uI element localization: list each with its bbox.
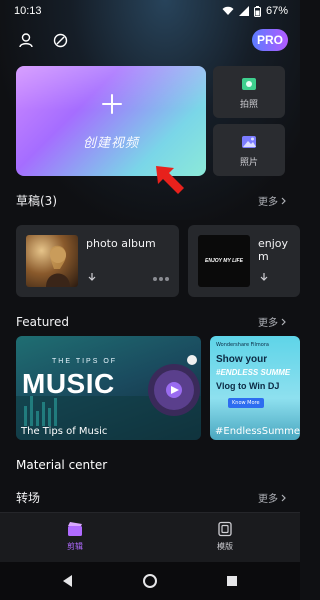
signal-icon xyxy=(238,6,249,16)
transitions-header: 转场 更多 xyxy=(16,489,286,506)
chevron-right-icon xyxy=(281,318,286,325)
draft-item-enjoy[interactable]: ENJOY MY LIFE enjoy m xyxy=(188,225,300,297)
create-video-label: 创建视频 xyxy=(82,136,139,151)
featured-more-label: 更多 xyxy=(258,318,278,329)
nav-label-edit: 剪辑 xyxy=(67,542,83,551)
draft-name: photo album xyxy=(86,237,156,250)
featured-line1: Show your xyxy=(216,354,268,365)
featured-music-headline: MUSIC xyxy=(22,368,115,399)
template-icon xyxy=(218,521,232,537)
transitions-title: 转场 xyxy=(16,491,41,505)
transitions-more-link[interactable]: 更多 xyxy=(258,490,286,505)
plus-icon xyxy=(102,94,122,114)
draft-thumbnail xyxy=(26,235,78,287)
battery-percent: 67% xyxy=(265,5,288,17)
nav-item-edit[interactable]: 剪辑 xyxy=(45,521,105,552)
pro-button[interactable]: PRO xyxy=(252,29,288,51)
chevron-right-icon xyxy=(281,494,286,501)
photo-tile-label: 照片 xyxy=(239,157,258,168)
featured-music-subtitle: THE TIPS OF xyxy=(52,358,118,365)
camera-tile-label: 拍照 xyxy=(239,99,258,110)
nav-item-template[interactable]: 模版 xyxy=(195,521,255,552)
status-bar: 10:13 67% xyxy=(0,0,300,22)
featured-card-endless-summer[interactable]: Wondershare Filmora Show your #ENDLESS S… xyxy=(210,336,300,440)
download-icon xyxy=(260,273,268,281)
featured-more-link[interactable]: 更多 xyxy=(258,314,286,329)
drafts-header: 草稿(3) 更多 xyxy=(16,192,286,209)
system-navigation-bar xyxy=(0,562,300,600)
drafts-title: 草稿(3) xyxy=(16,194,57,208)
featured-line2: #ENDLESS SUMME xyxy=(216,368,291,377)
featured-brand: Wondershare Filmora xyxy=(216,342,269,348)
nav-label-template: 模版 xyxy=(217,542,233,551)
featured-line3: Vlog to Win DJ xyxy=(216,381,280,391)
featured-caption: #EndlessSummer2 xyxy=(215,426,300,437)
draft-name: enjoy m xyxy=(258,237,289,263)
material-center-title: Material center xyxy=(16,458,108,472)
status-icons: 67% xyxy=(222,5,288,17)
featured-card-music[interactable]: THE TIPS OF MUSIC The Tips of Music xyxy=(16,336,201,440)
profile-icon[interactable] xyxy=(16,30,36,50)
draft-thumbnail: ENJOY MY LIFE xyxy=(198,235,250,287)
bottom-navigation: 剪辑 模版 xyxy=(0,512,300,562)
transitions-more-label: 更多 xyxy=(258,494,278,505)
featured-header: Featured 更多 xyxy=(16,314,286,329)
person-silhouette xyxy=(46,245,70,287)
clapper-icon xyxy=(68,522,82,536)
know-more-button[interactable]: Know More xyxy=(228,398,264,408)
more-options-icon[interactable] xyxy=(153,277,169,281)
chevron-right-icon xyxy=(281,197,286,204)
featured-title: Featured xyxy=(16,314,69,329)
drafts-more-label: 更多 xyxy=(258,197,278,208)
photo-tile[interactable]: 照片 xyxy=(213,124,285,176)
draft-thumb-text: ENJOY MY LIFE xyxy=(205,258,243,264)
photo-icon xyxy=(242,135,256,148)
wifi-icon xyxy=(222,6,234,15)
featured-caption: The Tips of Music xyxy=(21,426,108,437)
top-bar: PRO xyxy=(0,26,300,54)
status-time: 10:13 xyxy=(14,5,42,17)
battery-icon xyxy=(253,5,261,17)
camera-icon xyxy=(242,77,256,90)
draft-item-photo-album[interactable]: photo album xyxy=(16,225,179,297)
back-icon[interactable] xyxy=(60,573,76,589)
drafts-more-link[interactable]: 更多 xyxy=(258,193,286,208)
home-icon[interactable] xyxy=(142,573,158,589)
recents-icon[interactable] xyxy=(224,573,240,589)
download-icon xyxy=(88,273,96,281)
camera-tile[interactable]: 拍照 xyxy=(213,66,285,118)
theme-icon[interactable] xyxy=(50,30,70,50)
